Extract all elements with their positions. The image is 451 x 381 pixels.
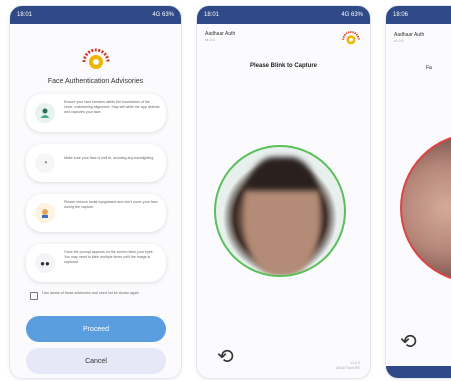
capture-instruction: Fa: [426, 65, 432, 71]
app-subtitle: v1.0.0: [394, 39, 404, 43]
advisory-card: ◔ Make sure your face is well-lit, avoid…: [26, 144, 166, 182]
advisory-card: ●● Once the prompt appears on the screen…: [26, 244, 166, 282]
proceed-button[interactable]: Proceed: [26, 316, 166, 342]
checkbox-label: I am aware of these advisories and need …: [42, 291, 139, 295]
face-image: [244, 157, 320, 275]
cancel-button[interactable]: Cancel: [26, 348, 166, 374]
app-title: Aadhaar Auth: [205, 31, 236, 37]
status-indicators: 4G 63%: [152, 12, 174, 18]
status-time: 18:06: [393, 12, 409, 18]
advisory-text: Once the prompt appears on the screen bl…: [64, 250, 154, 264]
navigation-bar: [386, 366, 451, 378]
advisory-text: Please remove facial eyeglasses and don'…: [64, 200, 158, 209]
aadhaar-logo: [82, 48, 109, 69]
advisory-text: Make sure your face is well-lit, avoidin…: [64, 156, 155, 160]
status-bar: 18:06: [386, 6, 451, 24]
status-time: 18:01: [17, 12, 33, 18]
camera-preview: [214, 145, 346, 277]
status-bar: 18:01 4G 63%: [10, 6, 181, 24]
version-line: UIDAI Face RD: [335, 366, 360, 370]
aadhaar-logo: [342, 31, 360, 45]
page-title: Face Authentication Advisories: [47, 78, 144, 85]
capture-instruction: Please Blink to Capture: [249, 63, 318, 69]
switch-camera-icon[interactable]: ⟲: [400, 329, 417, 354]
person-icon: [35, 103, 55, 123]
dont-show-again-row[interactable]: I am aware of these advisories and need …: [30, 291, 170, 300]
switch-camera-icon[interactable]: ⟲: [217, 344, 234, 369]
capture-screen: 18:01 4G 63% Aadhaar Auth v1.0.0 Please …: [197, 6, 370, 378]
advisory-card: Ensure your face remains within the boun…: [26, 94, 166, 132]
status-bar: 18:01 4G 63%: [197, 6, 370, 24]
camera-preview: [400, 133, 451, 283]
advisory-text: Ensure your face remains within the boun…: [64, 100, 160, 114]
dont-show-again-checkbox[interactable]: [30, 292, 38, 300]
accessories-icon: [35, 203, 55, 223]
advisory-card: Please remove facial eyeglasses and don'…: [26, 194, 166, 232]
version-info: v1.0.0 UIDAI Face RD: [336, 361, 360, 371]
app-subtitle: v1.0.0: [205, 38, 215, 42]
capture-screen-mismatch: 18:06 Aadhaar Auth v1.0.0 Fa ⟲: [386, 6, 451, 378]
status-time: 18:01: [204, 12, 220, 18]
status-indicators: 4G 63%: [341, 12, 363, 18]
eyes-icon: ●●: [35, 253, 55, 273]
lighting-icon: ◔: [35, 153, 55, 173]
advisory-screen: 18:01 4G 63% Face Authentication Advisor…: [10, 6, 181, 378]
app-title: Aadhaar Auth: [394, 32, 425, 38]
